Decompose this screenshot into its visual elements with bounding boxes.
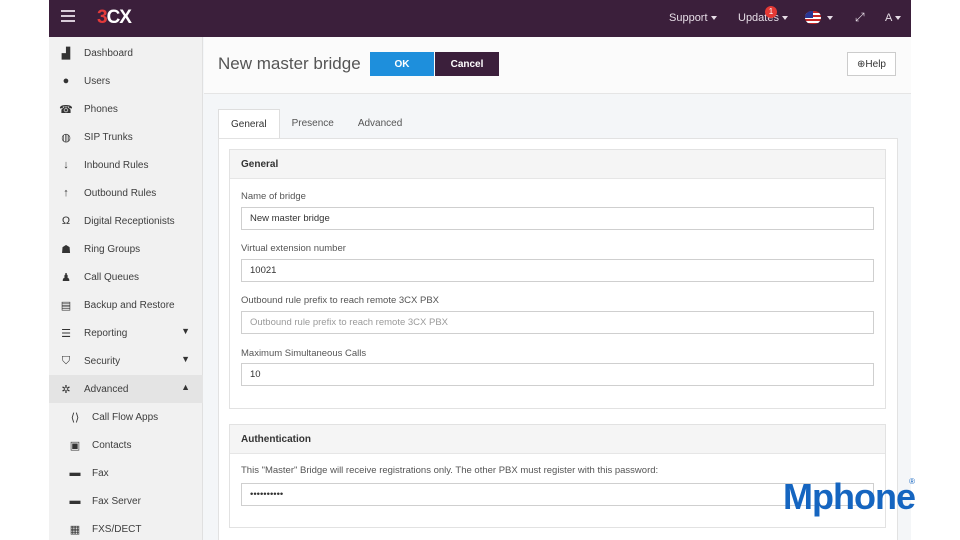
- sidebar-item-digital-receptionists[interactable]: Ω Digital Receptionists: [49, 207, 203, 235]
- outbound-prefix-input[interactable]: [241, 311, 874, 334]
- ok-button[interactable]: OK: [370, 52, 434, 76]
- cancel-button[interactable]: Cancel: [435, 52, 499, 76]
- code-icon: ⟨⟩: [70, 411, 80, 424]
- mphone-watermark-logo: Mphone ®: [783, 476, 916, 517]
- tab-presence[interactable]: Presence: [280, 109, 346, 138]
- sidebar-item-security[interactable]: ⛉ Security ▼: [49, 347, 203, 375]
- tab-general[interactable]: General: [218, 109, 280, 138]
- bar-chart-icon: ▟: [61, 47, 71, 60]
- fax-icon: ▬: [69, 495, 81, 507]
- contact-card-icon: ▣: [69, 439, 81, 452]
- sidebar-item-backup-restore[interactable]: ▤ Backup and Restore: [49, 291, 203, 319]
- extension-number-label: Virtual extension number: [241, 243, 346, 254]
- app-window: 3CX Support Updates 1 ⤢ A ▟ Dashboard ● Us…: [49, 0, 911, 540]
- list-icon: ☰: [61, 327, 71, 340]
- sidebar-item-advanced[interactable]: ✲ Advanced ▲: [49, 375, 203, 403]
- authentication-text: This "Master" Bridge will receive regist…: [241, 465, 659, 476]
- top-bar: 3CX Support Updates 1 ⤢ A: [49, 0, 911, 37]
- globe-icon: ◍: [61, 131, 71, 144]
- user-icon: ●: [62, 75, 70, 87]
- arrow-down-icon: ↓: [63, 159, 69, 171]
- sidebar: ▟ Dashboard ● Users ☎ Phones ◍ SIP Trunks ↓ I…: [49, 37, 203, 540]
- language-chevron-icon[interactable]: [827, 16, 833, 20]
- phone-icon: ☎: [59, 103, 73, 116]
- sidebar-item-phones[interactable]: ☎ Phones: [49, 95, 203, 123]
- fxs-icon: ▦: [69, 523, 81, 536]
- fullscreen-icon[interactable]: ⤢: [855, 10, 865, 25]
- sidebar-item-inbound-rules[interactable]: ↓ Inbound Rules: [49, 151, 203, 179]
- max-calls-label: Maximum Simultaneous Calls: [241, 348, 367, 359]
- sidebar-item-ring-groups[interactable]: ☗ Ring Groups: [49, 235, 203, 263]
- sidebar-item-sip-trunks[interactable]: ◍ SIP Trunks: [49, 123, 203, 151]
- general-panel: General Name of bridge Virtual extension…: [229, 149, 886, 409]
- tab-bar: General Presence Advanced: [218, 109, 414, 138]
- group-icon: ☗: [61, 243, 71, 256]
- sidebar-item-outbound-rules[interactable]: ↑ Outbound Rules: [49, 179, 203, 207]
- outbound-prefix-label: Outbound rule prefix to reach remote 3CX…: [241, 295, 440, 306]
- tab-advanced[interactable]: Advanced: [346, 109, 414, 138]
- chevron-down-icon: [710, 16, 717, 21]
- updates-menu[interactable]: Updates: [738, 12, 788, 24]
- sidebar-item-users[interactable]: ● Users: [49, 67, 203, 95]
- gear-icon: ✲: [61, 383, 71, 396]
- chevron-up-icon: ▲: [181, 382, 190, 392]
- sidebar-item-reporting[interactable]: ☰ Reporting ▼: [49, 319, 203, 347]
- max-calls-input[interactable]: [241, 363, 874, 386]
- bridge-name-input[interactable]: [241, 207, 874, 230]
- arrow-up-icon: ↑: [63, 187, 69, 199]
- database-icon: ▤: [60, 299, 72, 312]
- main-content: General Presence Advanced General Name o…: [204, 95, 911, 540]
- sidebar-item-call-flow-apps[interactable]: ⟨⟩ Call Flow Apps: [49, 403, 203, 431]
- general-heading: General: [230, 150, 885, 179]
- extension-number-input[interactable]: [241, 259, 874, 282]
- sidebar-item-fax-server[interactable]: ▬ Fax Server: [49, 487, 203, 515]
- support-menu[interactable]: Support: [669, 12, 717, 24]
- fax-icon: ▬: [69, 467, 81, 479]
- authentication-heading: Authentication: [230, 425, 885, 454]
- bridge-name-label: Name of bridge: [241, 191, 306, 202]
- page-title: New master bridge: [218, 54, 361, 73]
- help-button[interactable]: ⊕Help: [847, 52, 896, 76]
- updates-badge: 1: [765, 6, 777, 18]
- sidebar-item-contacts[interactable]: ▣ Contacts: [49, 431, 203, 459]
- sidebar-item-dashboard[interactable]: ▟ Dashboard: [49, 39, 203, 67]
- chevron-down-icon: [781, 16, 788, 21]
- users-icon: ♟: [61, 271, 71, 284]
- user-menu[interactable]: A: [885, 12, 902, 24]
- chevron-down-icon: ▼: [181, 354, 190, 364]
- sidebar-item-fax[interactable]: ▬ Fax: [49, 459, 203, 487]
- chevron-down-icon: ▼: [181, 326, 190, 336]
- chevron-down-icon: [895, 16, 902, 21]
- page-header: New master bridge OK Cancel ⊕Help: [204, 37, 911, 94]
- shield-icon: ⛉: [61, 354, 71, 367]
- headset-icon: Ω: [61, 215, 71, 227]
- us-flag-icon[interactable]: [805, 11, 821, 24]
- sidebar-item-call-queues[interactable]: ♟ Call Queues: [49, 263, 203, 291]
- password-input[interactable]: [241, 483, 874, 506]
- hamburger-menu-icon[interactable]: [61, 10, 75, 26]
- sidebar-item-fxs-dect[interactable]: ▦ FXS/DECT: [49, 515, 203, 540]
- 3cx-logo[interactable]: 3CX: [97, 7, 132, 29]
